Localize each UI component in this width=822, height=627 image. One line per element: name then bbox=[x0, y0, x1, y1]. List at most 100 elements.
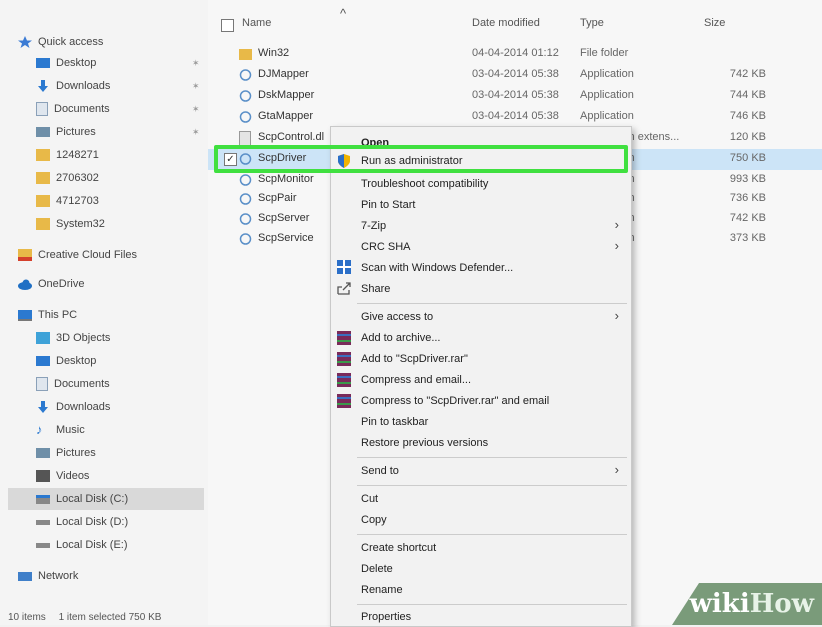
desktop-icon bbox=[36, 58, 50, 68]
menu-item-restore-previous-versions[interactable]: Restore previous versions bbox=[361, 437, 488, 449]
sidebar-item-this-pc[interactable]: This PC bbox=[18, 305, 77, 325]
sidebar-item-label: Desktop bbox=[56, 355, 97, 367]
menu-item-send-to[interactable]: Send to bbox=[361, 465, 399, 477]
menu-item-create-shortcut[interactable]: Create shortcut bbox=[361, 542, 436, 554]
sidebar-item-desktop-pc[interactable]: Desktop bbox=[36, 351, 96, 371]
sidebar-item-label: 2706302 bbox=[56, 172, 99, 184]
sidebar-item-creative-cloud[interactable]: Creative Cloud Files bbox=[18, 245, 137, 265]
folder-icon bbox=[36, 195, 50, 207]
sidebar-item-label: 1248271 bbox=[56, 149, 99, 161]
pictures-icon bbox=[36, 448, 50, 458]
status-selection: 1 item selected 750 KB bbox=[58, 612, 162, 623]
menu-item-give-access-to[interactable]: Give access to bbox=[361, 311, 433, 323]
sidebar-item-music[interactable]: ♪ Music bbox=[36, 420, 85, 440]
folder-icon bbox=[36, 172, 50, 184]
status-item-count: 10 items bbox=[8, 612, 46, 623]
menu-item-troubleshoot-compatibility[interactable]: Troubleshoot compatibility bbox=[361, 178, 488, 190]
folder-icon bbox=[36, 149, 50, 161]
file-row[interactable]: DJMapper 03-04-2014 05:38 Application 74… bbox=[208, 65, 822, 86]
sidebar-item-label: Local Disk (D:) bbox=[56, 516, 129, 528]
sidebar-item-local-disk-d[interactable]: Local Disk (D:) bbox=[36, 512, 128, 532]
menu-item-delete[interactable]: Delete bbox=[361, 563, 393, 575]
document-icon bbox=[36, 377, 48, 391]
file-row[interactable]: Win32 04-04-2014 01:12 File folder bbox=[208, 44, 822, 65]
sidebar-item-local-disk-e[interactable]: Local Disk (E:) bbox=[36, 535, 128, 555]
menu-item-add-to-archive[interactable]: Add to archive... bbox=[361, 332, 441, 344]
sidebar-item-videos[interactable]: Videos bbox=[36, 466, 89, 486]
menu-item-7zip[interactable]: 7-Zip bbox=[361, 220, 386, 232]
menu-item-copy[interactable]: Copy bbox=[361, 514, 387, 526]
application-icon bbox=[239, 192, 252, 206]
menu-separator bbox=[357, 457, 627, 458]
file-type: Application bbox=[580, 89, 634, 101]
sidebar-item-label: OneDrive bbox=[38, 278, 85, 290]
sidebar-item-label: 3D Objects bbox=[56, 332, 111, 344]
sidebar-item-pictures-pc[interactable]: Pictures bbox=[36, 443, 96, 463]
column-header-size[interactable]: Size bbox=[704, 17, 725, 29]
sidebar-item-folder-1248271[interactable]: 1248271 bbox=[36, 145, 99, 165]
submenu-arrow-icon: › bbox=[614, 462, 619, 477]
sidebar-item-local-disk-c[interactable]: Local Disk (C:) bbox=[36, 489, 128, 509]
menu-item-scan-with-windows-defender[interactable]: Scan with Windows Defender... bbox=[361, 262, 513, 274]
sidebar-item-documents[interactable]: Documents bbox=[36, 99, 110, 119]
highlight-box bbox=[214, 145, 628, 173]
menu-item-cut[interactable]: Cut bbox=[361, 493, 378, 505]
menu-separator bbox=[357, 604, 627, 605]
menu-item-pin-to-taskbar[interactable]: Pin to taskbar bbox=[361, 416, 428, 428]
file-size: 744 KB bbox=[729, 89, 766, 101]
submenu-arrow-icon: › bbox=[614, 217, 619, 232]
menu-item-pin-to-start[interactable]: Pin to Start bbox=[361, 199, 415, 211]
file-date: 03-04-2014 05:38 bbox=[472, 110, 559, 122]
file-size: 373 KB bbox=[729, 232, 766, 244]
menu-item-compress-and-email[interactable]: Compress and email... bbox=[361, 374, 471, 386]
submenu-arrow-icon: › bbox=[614, 238, 619, 253]
file-size: 742 KB bbox=[729, 68, 766, 80]
sidebar-item-quick-access[interactable]: Quick access bbox=[18, 32, 103, 52]
file-row[interactable]: GtaMapper 03-04-2014 05:38 Application 7… bbox=[208, 107, 822, 128]
sidebar-item-folder-4712703[interactable]: 4712703 bbox=[36, 191, 99, 211]
menu-item-compress-to-rar-and-email[interactable]: Compress to "ScpDriver.rar" and email bbox=[361, 395, 549, 407]
disk-icon bbox=[36, 542, 50, 548]
menu-item-crc-sha[interactable]: CRC SHA bbox=[361, 241, 411, 253]
file-type: Application bbox=[580, 68, 634, 80]
navigation-pane: Quick access Desktop ✶ Downloads ✶ Docum… bbox=[0, 0, 208, 625]
watermark-how: How bbox=[749, 589, 814, 619]
sidebar-item-folder-2706302[interactable]: 2706302 bbox=[36, 168, 99, 188]
menu-item-rename[interactable]: Rename bbox=[361, 584, 403, 596]
submenu-arrow-icon: › bbox=[614, 308, 619, 323]
sidebar-item-label: Music bbox=[56, 424, 85, 436]
pin-icon: ✶ bbox=[192, 81, 200, 91]
sidebar-item-downloads-pc[interactable]: Downloads bbox=[36, 397, 110, 417]
cube-icon bbox=[36, 332, 50, 344]
sidebar-item-desktop[interactable]: Desktop bbox=[36, 53, 96, 73]
sidebar-item-downloads[interactable]: Downloads bbox=[36, 76, 110, 96]
application-icon bbox=[239, 173, 252, 187]
sidebar-item-3d-objects[interactable]: 3D Objects bbox=[36, 328, 110, 348]
sidebar-item-documents-pc[interactable]: Documents bbox=[36, 374, 110, 394]
column-header-type[interactable]: Type bbox=[580, 17, 604, 29]
sidebar-item-label: Pictures bbox=[56, 447, 96, 459]
menu-item-share[interactable]: Share bbox=[361, 283, 390, 295]
sidebar-item-pictures[interactable]: Pictures bbox=[36, 122, 96, 142]
disk-icon bbox=[36, 494, 50, 504]
menu-item-add-to-rar[interactable]: Add to "ScpDriver.rar" bbox=[361, 353, 468, 365]
sidebar-item-network[interactable]: Network bbox=[18, 566, 78, 586]
file-size: 746 KB bbox=[729, 110, 766, 122]
file-name: DJMapper bbox=[258, 68, 309, 80]
folder-icon bbox=[36, 218, 50, 230]
download-icon bbox=[36, 401, 50, 413]
video-icon bbox=[36, 470, 50, 482]
sidebar-item-system32[interactable]: System32 bbox=[36, 214, 105, 234]
winrar-icon bbox=[337, 394, 351, 408]
menu-item-properties[interactable]: Properties bbox=[361, 611, 411, 623]
sidebar-item-label: Documents bbox=[54, 378, 110, 390]
sidebar-item-onedrive[interactable]: OneDrive bbox=[18, 274, 84, 294]
column-header-date[interactable]: Date modified bbox=[472, 17, 540, 29]
column-header-name[interactable]: Name bbox=[242, 17, 271, 29]
file-row[interactable]: DskMapper 03-04-2014 05:38 Application 7… bbox=[208, 86, 822, 107]
pin-icon: ✶ bbox=[192, 58, 200, 68]
desktop-icon bbox=[36, 356, 50, 366]
select-all-checkbox[interactable] bbox=[221, 19, 234, 32]
creative-cloud-icon bbox=[18, 249, 32, 261]
music-icon: ♪ bbox=[36, 422, 43, 437]
